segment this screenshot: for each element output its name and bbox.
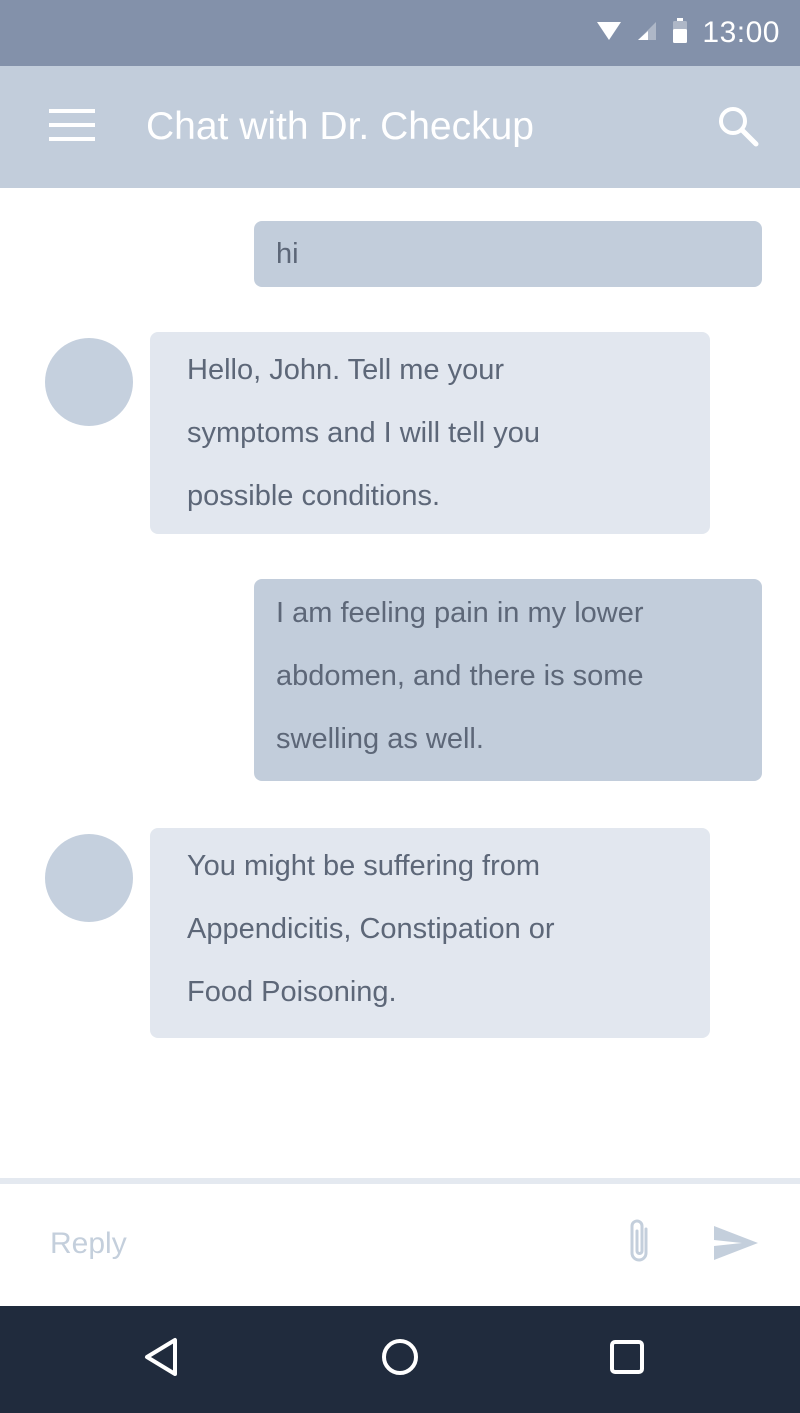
- hamburger-menu-icon: [49, 108, 95, 147]
- send-icon: [712, 1224, 760, 1267]
- menu-button[interactable]: [42, 102, 102, 152]
- search-icon: [716, 104, 760, 153]
- message-line: You might be suffering from: [187, 850, 541, 882]
- app-bar: Chat with Dr. Checkup: [0, 66, 800, 188]
- attach-button[interactable]: [618, 1214, 662, 1274]
- home-icon: [380, 1337, 420, 1382]
- chat-messages: hi Hello, John. Tell me your symptoms an…: [0, 188, 800, 1178]
- user-message: hi: [254, 221, 762, 287]
- paperclip-icon: [624, 1217, 656, 1272]
- cellular-signal-icon: [636, 20, 658, 47]
- avatar: [45, 834, 133, 922]
- message-line: symptoms and I will tell you: [187, 417, 540, 449]
- send-button[interactable]: [708, 1220, 764, 1270]
- status-time: 13:00: [702, 16, 780, 49]
- search-button[interactable]: [712, 102, 764, 154]
- message-line: I am feeling pain in my lower: [276, 597, 644, 629]
- message-line: possible conditions.: [187, 480, 441, 512]
- page-title: Chat with Dr. Checkup: [146, 105, 535, 148]
- back-icon: [143, 1337, 179, 1382]
- message-line: Appendicitis, Constipation or: [187, 913, 555, 945]
- status-icons: 13:00: [596, 0, 780, 66]
- status-bar: 13:00: [0, 0, 800, 66]
- message-line: Food Poisoning.: [187, 976, 397, 1008]
- wifi-icon: [596, 20, 622, 47]
- home-button[interactable]: [375, 1334, 425, 1384]
- recents-icon: [609, 1339, 645, 1380]
- phone-screen: 13:00 Chat with Dr. Checkup hi Hello, Jo…: [0, 0, 800, 1413]
- user-message: I am feeling pain in my lower abdomen, a…: [254, 579, 762, 781]
- recents-button[interactable]: [602, 1334, 652, 1384]
- avatar: [45, 338, 133, 426]
- message-line: Hello, John. Tell me your: [187, 354, 505, 386]
- bot-message: Hello, John. Tell me your symptoms and I…: [150, 332, 710, 534]
- reply-bar: [0, 1184, 800, 1306]
- message-line: swelling as well.: [276, 723, 484, 755]
- message-text: hi: [276, 238, 299, 270]
- back-button[interactable]: [136, 1334, 186, 1384]
- battery-icon: [672, 17, 688, 49]
- reply-input[interactable]: [50, 1214, 570, 1274]
- message-line: abdomen, and there is some: [276, 660, 644, 692]
- navigation-bar: [0, 1306, 800, 1413]
- bot-message: You might be suffering from Appendicitis…: [150, 828, 710, 1038]
